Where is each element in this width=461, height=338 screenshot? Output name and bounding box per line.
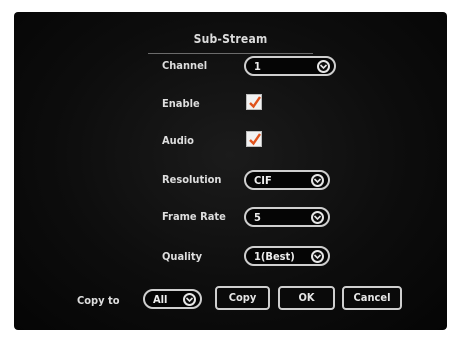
copy-to-label: Copy to [77, 294, 120, 307]
ok-button[interactable]: OK [278, 286, 335, 310]
audio-checkbox[interactable] [246, 131, 262, 147]
chevron-down-icon[interactable] [311, 250, 324, 263]
copy-to-value: All [153, 293, 168, 306]
resolution-select[interactable]: CIF [244, 170, 330, 190]
quality-select[interactable]: 1(Best) [244, 246, 330, 266]
chevron-down-icon[interactable] [311, 211, 324, 224]
dialog-title: Sub-Stream [193, 32, 268, 46]
quality-label: Quality [162, 250, 203, 263]
sub-stream-dialog: Sub-Stream Channel 1 Enable Audio Resolu… [14, 12, 447, 330]
checkmark-icon [249, 133, 261, 146]
audio-label: Audio [162, 134, 194, 147]
channel-select[interactable]: 1 [244, 56, 336, 76]
enable-checkbox[interactable] [246, 94, 262, 110]
frame-rate-select[interactable]: 5 [244, 207, 330, 227]
enable-label: Enable [162, 97, 200, 110]
title-divider [148, 53, 313, 54]
frame-rate-value: 5 [254, 211, 261, 224]
frame-rate-label: Frame Rate [162, 210, 226, 223]
checkmark-icon [249, 96, 261, 109]
quality-value: 1(Best) [254, 250, 295, 263]
copy-button[interactable]: Copy [215, 286, 270, 310]
resolution-label: Resolution [162, 173, 222, 186]
copy-to-select[interactable]: All [143, 289, 202, 309]
resolution-value: CIF [254, 174, 272, 187]
channel-value: 1 [254, 60, 261, 73]
chevron-down-icon[interactable] [183, 293, 196, 306]
channel-label: Channel [162, 59, 208, 72]
cancel-button[interactable]: Cancel [342, 286, 402, 310]
chevron-down-icon[interactable] [311, 174, 324, 187]
chevron-down-icon[interactable] [317, 60, 330, 73]
